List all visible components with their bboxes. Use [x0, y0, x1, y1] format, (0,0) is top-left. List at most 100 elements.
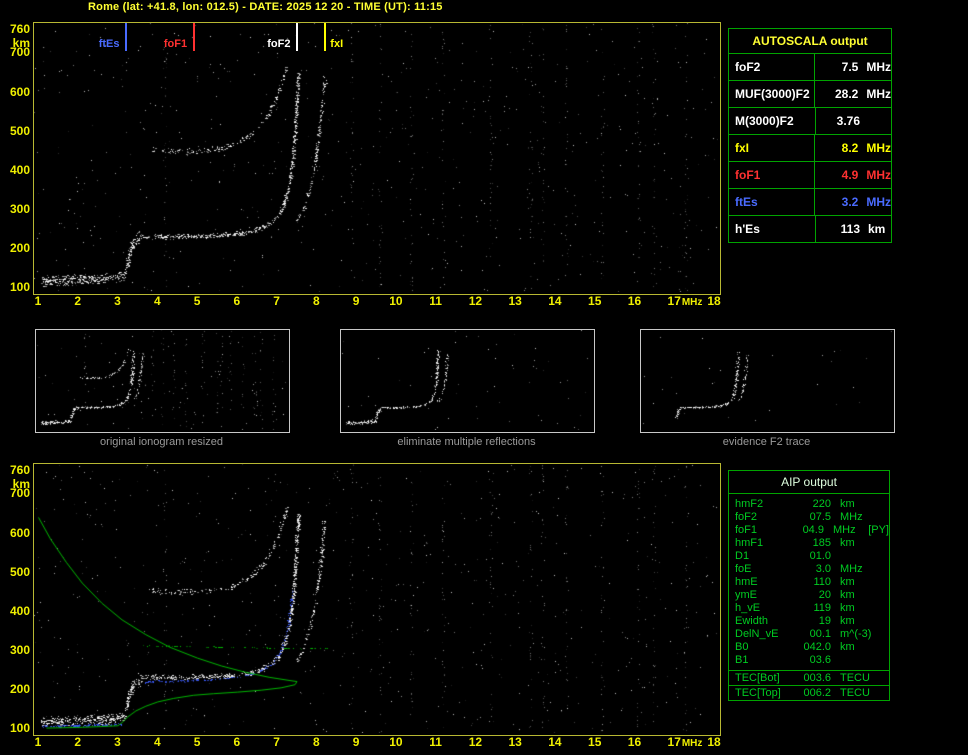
aip-unit: km — [840, 602, 855, 614]
autoscala-table-title: AUTOSCALA output — [729, 29, 891, 54]
autoscala-row: ftEs 3.2 MHz — [729, 189, 891, 216]
thumbnail-f2-trace — [640, 329, 895, 433]
marker-tick-fxI — [324, 23, 327, 51]
aip-param: hmE — [735, 576, 758, 588]
y-axis-label: 500 — [9, 123, 30, 138]
autoscala-value: 3.76 — [836, 114, 860, 128]
marker-label-ftEs: ftEs — [98, 38, 120, 50]
aip-value: 20 — [818, 589, 831, 601]
y-axis-unit: km — [12, 36, 30, 50]
aip-unit: MHz — [840, 511, 863, 523]
tec-unit: TECU — [840, 686, 870, 699]
aip-row: foE 3.0 MHz — [729, 563, 889, 576]
autoscala-row: foF2 7.5 MHz — [729, 54, 891, 81]
x-axis-label: 10 — [389, 735, 403, 749]
thumbnail-original-ionogram — [35, 329, 290, 433]
aip-param: foF1 — [735, 524, 758, 536]
aip-row: B1 03.6 — [729, 654, 889, 667]
aip-value: 03.6 — [809, 654, 831, 666]
aip-value: 185 — [812, 537, 831, 549]
x-axis-label: 5 — [193, 294, 201, 308]
marker-label-foF2: foF2 — [267, 38, 291, 50]
x-axis-label: 15 — [588, 294, 602, 308]
thumbnail-canvas-f2-trace — [641, 330, 892, 430]
x-axis-label: 14 — [548, 735, 562, 749]
aip-value: 119 — [813, 602, 831, 614]
aip-unit: m^(-3) — [840, 628, 872, 640]
autoscala-param: h'Es — [729, 216, 816, 242]
aip-row: D1 01.0 — [729, 550, 889, 563]
autoscala-table-rows: foF2 7.5 MHz MUF(3000)F2 28.2 MHz M(3000)F2 3.7… — [729, 54, 891, 242]
aip-unit: km — [840, 615, 855, 627]
autoscala-row: MUF(3000)F2 28.2 MHz — [729, 81, 891, 108]
aip-value: 19 — [818, 615, 831, 627]
x-axis-label: 2 — [74, 735, 82, 749]
aip-row: hmF2 220 km — [729, 498, 889, 511]
x-axis-label: 7 — [273, 735, 280, 749]
tec-unit: TECU — [840, 671, 870, 684]
marker-tick-foF2 — [296, 23, 299, 51]
ionogram-main-canvas — [34, 23, 718, 292]
x-axis-label: 8 — [313, 294, 320, 308]
x-axis-label: 12 — [468, 294, 483, 308]
x-axis-label: 2 — [74, 294, 82, 308]
x-axis-label: 8 — [313, 735, 320, 749]
tec-value: 003.6 — [803, 671, 831, 684]
x-axis-label: 9 — [352, 735, 360, 749]
autoscala-value: 8.2 — [841, 141, 859, 155]
tec-param: TEC[Top] — [735, 686, 781, 699]
autoscala-row: M(3000)F2 3.76 — [729, 108, 891, 135]
y-axis-label: 760 — [9, 463, 30, 477]
aip-row: DelN_vE 00.1 m^(-3) — [729, 628, 889, 641]
aip-tec-row: TEC[Top] 006.2 TECU — [728, 686, 890, 701]
aip-table-title: AIP output — [728, 470, 890, 494]
aip-tec-rows: TEC[Bot] 003.6 TECU TEC[Top] 006.2 TECU — [728, 671, 890, 701]
aip-param: hmF1 — [735, 537, 764, 549]
autoscala-value: 3.2 — [841, 195, 859, 209]
ionogram-main-plot: ftEs foF1 foF2 fxI — [33, 22, 721, 295]
aip-value: 042.0 — [803, 641, 831, 653]
tec-value: 006.2 — [803, 686, 831, 699]
autoscala-unit: MHz — [866, 195, 891, 209]
aip-unit — [840, 654, 878, 667]
aip-value: 00.1 — [809, 628, 831, 640]
y-axis-label: 500 — [9, 564, 30, 579]
x-axis-label: 4 — [153, 735, 161, 749]
aip-unit: km — [840, 498, 855, 510]
x-axis-label: 3 — [114, 294, 121, 308]
aip-param: D1 — [735, 550, 750, 562]
autoscala-value: 28.2 — [834, 87, 859, 101]
y-axis-label: 300 — [9, 201, 30, 216]
aip-row: ymE 20 km — [729, 589, 889, 602]
aip-row: B0 042.0 km — [729, 641, 889, 654]
y-axis-label: 100 — [9, 280, 30, 294]
x-axis-label: 10 — [389, 294, 403, 308]
aip-value: 04.9 — [802, 524, 824, 536]
autoscala-param: M(3000)F2 — [729, 108, 816, 134]
y-axis-label: 400 — [9, 603, 30, 618]
aip-unit: km — [840, 589, 855, 601]
aip-value: 220 — [812, 498, 831, 510]
tec-param: TEC[Bot] — [735, 671, 780, 684]
aip-table-rows: hmF2 220 km foF2 07.5 MHz foF1 04.9 MHz [PY] hmF1 1… — [728, 494, 890, 671]
aip-row: hmE 110 km — [729, 576, 889, 589]
aip-tec-row: TEC[Bot] 003.6 TECU — [728, 671, 890, 686]
x-axis-label: 6 — [233, 735, 241, 749]
marker-label-foF1: foF1 — [163, 38, 188, 50]
aip-unit: km — [840, 537, 855, 549]
autoscala-value: 7.5 — [841, 60, 859, 74]
y-axis-label: 100 — [9, 721, 30, 735]
y-axis-label: 600 — [9, 525, 30, 540]
aip-param: Ewidth — [735, 615, 769, 627]
thumbnail-caption-original: original ionogram resized — [100, 436, 223, 448]
autoscala-unit: MHz — [866, 60, 891, 74]
aip-param: foF2 — [735, 511, 758, 523]
aip-unit: km — [840, 576, 855, 588]
aip-value: 110 — [813, 576, 831, 588]
y-axis-unit: km — [12, 477, 30, 491]
marker-label-fxI: fxI — [330, 38, 344, 50]
autoscala-param: foF1 — [729, 162, 815, 188]
x-axis-label: 5 — [193, 735, 201, 749]
aip-unit: km — [840, 641, 855, 653]
x-axis-label: 1 — [34, 294, 42, 308]
